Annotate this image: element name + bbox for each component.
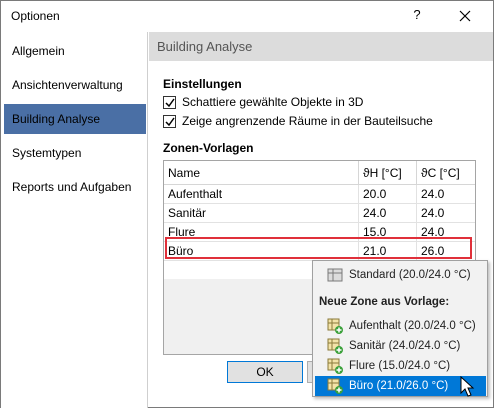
table-row[interactable]: Aufenthalt 20.0 24.0 bbox=[164, 185, 475, 204]
menu-item-flure[interactable]: Flure (15.0/24.0 °C) bbox=[315, 356, 486, 376]
title-bar: Optionen ? bbox=[1, 1, 493, 32]
column-header-cooling[interactable]: ϑC [°C] bbox=[417, 161, 475, 185]
close-icon bbox=[459, 10, 471, 22]
zones-title: Zonen-Vorlagen bbox=[163, 141, 254, 155]
nav-item-ansichtenverwaltung[interactable]: Ansichtenverwaltung bbox=[4, 70, 146, 100]
settings-title: Einstellungen bbox=[163, 77, 242, 91]
nav-item-reports[interactable]: Reports und Aufgaben bbox=[4, 172, 146, 202]
menu-item-aufenthalt[interactable]: Aufenthalt (20.0/24.0 °C) bbox=[315, 316, 486, 336]
ok-button[interactable]: OK bbox=[227, 361, 303, 383]
table-row[interactable]: Sanitär 24.0 24.0 bbox=[164, 204, 475, 223]
zone-icon bbox=[327, 268, 343, 282]
menu-item-standard-label: Standard (20.0/24.0 °C) bbox=[349, 269, 471, 281]
shade-3d-label: Schattiere gewählte Objekte in 3D bbox=[182, 95, 364, 109]
cell-name: Aufenthalt bbox=[164, 185, 359, 204]
column-header-name[interactable]: Name bbox=[164, 161, 359, 185]
menu-heading: Neue Zone aus Vorlage: bbox=[319, 296, 450, 308]
help-button[interactable]: ? bbox=[409, 7, 425, 25]
column-header-heating[interactable]: ϑH [°C] bbox=[359, 161, 417, 185]
close-button[interactable] bbox=[452, 3, 478, 29]
mouse-cursor-icon bbox=[460, 376, 475, 397]
add-zone-icon bbox=[327, 318, 343, 334]
checkmark-icon bbox=[165, 117, 175, 127]
checkmark-icon bbox=[165, 98, 175, 108]
add-zone-icon bbox=[327, 358, 343, 374]
cell-heating: 24.0 bbox=[359, 204, 417, 223]
menu-item-sanitaer[interactable]: Sanitär (24.0/24.0 °C) bbox=[315, 336, 486, 356]
cell-heating: 20.0 bbox=[359, 185, 417, 204]
window-title: Optionen bbox=[11, 9, 60, 23]
menu-item-aufenthalt-label: Aufenthalt (20.0/24.0 °C) bbox=[349, 320, 476, 332]
highlighted-row-outline bbox=[165, 237, 472, 259]
cell-cooling: 24.0 bbox=[421, 206, 445, 220]
table-header: Name ϑH [°C] ϑC [°C] bbox=[164, 161, 475, 185]
add-zone-icon bbox=[327, 378, 343, 394]
options-nav: Allgemein Ansichtenverwaltung Building A… bbox=[1, 32, 148, 408]
adjacent-rooms-label: Zeige angrenzende Räume in der Bauteilsu… bbox=[182, 114, 433, 128]
menu-item-standard[interactable]: Standard (20.0/24.0 °C) bbox=[315, 265, 486, 285]
nav-item-building-analyse[interactable]: Building Analyse bbox=[4, 104, 146, 134]
nav-item-allgemein[interactable]: Allgemein bbox=[4, 36, 146, 66]
menu-item-buero-label: Büro (21.0/26.0 °C) bbox=[349, 380, 449, 392]
add-zone-icon bbox=[327, 338, 343, 354]
menu-item-sanitaer-label: Sanitär (24.0/24.0 °C) bbox=[349, 340, 461, 352]
nav-item-systemtypen[interactable]: Systemtypen bbox=[4, 138, 146, 168]
cell-cooling: 24.0 bbox=[421, 187, 445, 201]
menu-item-flure-label: Flure (15.0/24.0 °C) bbox=[349, 360, 451, 372]
shade-3d-checkbox[interactable] bbox=[163, 96, 176, 109]
cell-name: Sanitär bbox=[164, 204, 359, 223]
panel-header: Building Analyse bbox=[149, 32, 493, 61]
adjacent-rooms-checkbox[interactable] bbox=[163, 115, 176, 128]
